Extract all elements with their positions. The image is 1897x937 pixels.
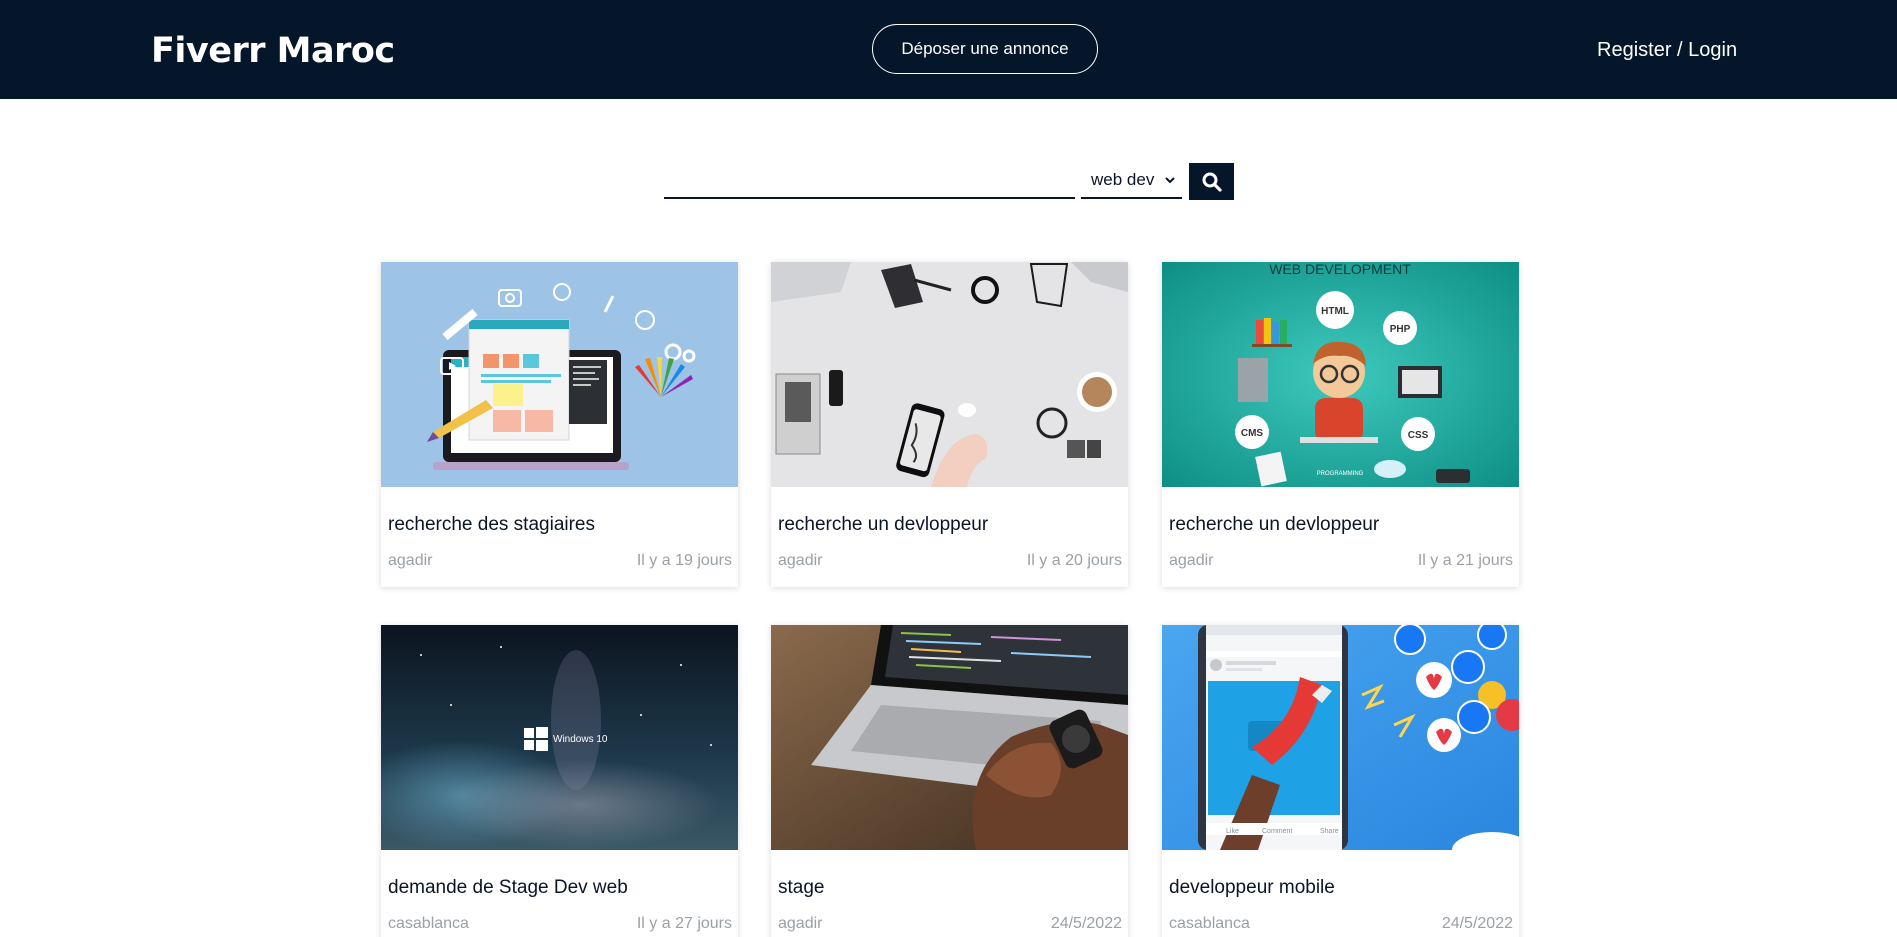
listing-date: Il y a 21 jours [1417, 552, 1513, 569]
listing-city: casablanca [1169, 915, 1250, 932]
listing-date: 24/5/2022 [1441, 915, 1513, 932]
image-comment-text: Comment [1262, 828, 1292, 835]
listing-title[interactable]: stage [778, 876, 824, 900]
image-badge: CMS [1241, 428, 1264, 439]
listing-title[interactable]: recherche un devloppeur [778, 513, 988, 537]
listing-city: agadir [778, 552, 823, 569]
listing-card[interactable]: recherche un devloppeur agadir Il y a 20… [771, 262, 1128, 587]
category-select-value: web dev [1091, 170, 1155, 189]
listing-image [771, 262, 1128, 487]
top-navbar: Fiverr Maroc Déposer une annonce Registe… [0, 0, 1897, 99]
listing-title[interactable]: demande de Stage Dev web [388, 876, 628, 900]
listing-title[interactable]: developpeur mobile [1169, 876, 1335, 900]
image-badge: PHP [1390, 324, 1411, 335]
listing-city: casablanca [388, 915, 469, 932]
listing-city: agadir [1169, 552, 1214, 569]
listing-card[interactable]: stage agadir 24/5/2022 [771, 625, 1128, 937]
register-login-link[interactable]: Register / Login [1597, 37, 1737, 63]
listing-image [771, 625, 1128, 850]
listing-card[interactable]: Like Comment Share developpeur mobile ca… [1162, 625, 1519, 937]
listing-date: Il y a 20 jours [1026, 552, 1122, 569]
search-input[interactable] [664, 163, 1075, 199]
windows-logo-text: Windows 10 [553, 734, 608, 745]
image-like-text: Like [1226, 828, 1239, 835]
image-caption: PROGRAMMING [1317, 471, 1364, 477]
listing-image [381, 262, 738, 487]
search-button[interactable] [1189, 163, 1234, 200]
listing-title[interactable]: recherche un devloppeur [1169, 513, 1379, 537]
post-listing-button[interactable]: Déposer une annonce [872, 24, 1098, 74]
listing-image: WEB DEVELOPMENT HTML PHP CMS CSS PROGRAM… [1162, 262, 1519, 487]
listing-date: Il y a 19 jours [636, 552, 732, 569]
image-badge: HTML [1321, 306, 1349, 317]
listing-city: agadir [778, 915, 823, 932]
listing-city: agadir [388, 552, 433, 569]
search-icon [1202, 172, 1222, 192]
listing-date: Il y a 27 jours [636, 915, 732, 932]
listing-card[interactable]: Windows 10 demande de Stage Dev web casa… [381, 625, 738, 937]
image-heading: WEB DEVELOPMENT [1269, 262, 1411, 277]
listing-card[interactable]: recherche des stagiaires agadir Il y a 1… [381, 262, 738, 587]
brand-logo[interactable]: Fiverr Maroc [151, 30, 395, 72]
listing-title[interactable]: recherche des stagiaires [388, 513, 595, 537]
listing-image: Like Comment Share [1162, 625, 1519, 850]
image-badge: CSS [1408, 430, 1429, 441]
image-share-text: Share [1320, 828, 1339, 835]
listing-card[interactable]: WEB DEVELOPMENT HTML PHP CMS CSS PROGRAM… [1162, 262, 1519, 587]
listing-date: 24/5/2022 [1050, 915, 1122, 932]
listing-image: Windows 10 [381, 625, 738, 850]
chevron-down-icon [1165, 177, 1175, 184]
category-select[interactable]: web dev [1081, 163, 1182, 199]
